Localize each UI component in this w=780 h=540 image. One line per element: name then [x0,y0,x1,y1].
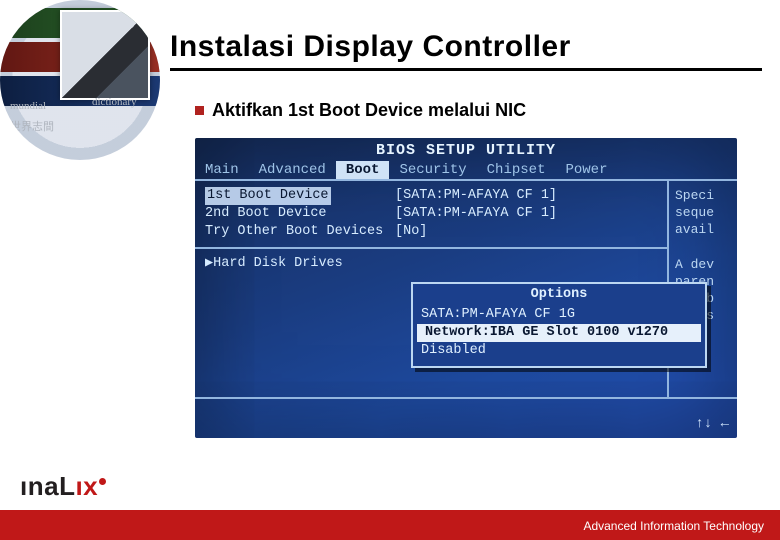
bios-label: 1st Boot Device [205,187,331,205]
bios-options-popup: Options SATA:PM-AFAYA CF 1G Network:IBA … [411,282,707,368]
bios-tab-security: Security [389,161,476,179]
bios-item-try-other: Try Other Boot Devices [No] [205,223,657,241]
deco-text: dictionary [92,96,137,108]
deco-text: mundial [10,100,46,112]
bios-item-1st-boot: 1st Boot Device [SATA:PM-AFAYA CF 1] [205,187,657,205]
title-bar: Instalasi Display Controller [170,30,762,71]
popup-option: SATA:PM-AFAYA CF 1G [413,306,705,324]
bullet-text: Aktifkan 1st Boot Device melalui NIC [212,100,526,121]
popup-option-selected: Network:IBA GE Slot 0100 v1270 [417,324,701,342]
bios-label: 2nd Boot Device [205,205,395,223]
logo-text-accent: ıx [75,471,98,501]
bios-tab-row: Main Advanced Boot Security Chipset Powe… [195,161,737,179]
popup-title: Options [413,284,705,306]
bios-value: [SATA:PM-AFAYA CF 1] [395,205,557,223]
bios-nav-hint: ↑↓ ← [695,416,729,432]
help-text: avail [675,221,731,238]
bios-value: [No] [395,223,427,241]
deco-photo [60,10,150,100]
bios-tab-main: Main [195,161,249,179]
triangle-icon: ▶ [205,255,213,273]
footer-text: Advanced Information Technology [583,519,764,533]
corner-decoration: mundial 世界志間 dictionary [0,0,160,160]
bios-title: BIOS SETUP UTILITY [195,138,737,159]
help-text: Speci [675,187,731,204]
bios-label: Hard Disk Drives [213,255,343,273]
bios-item-2nd-boot: 2nd Boot Device [SATA:PM-AFAYA CF 1] [205,205,657,223]
bios-tab-advanced: Advanced [249,161,336,179]
page-title: Instalasi Display Controller [170,30,762,64]
bullet-icon [195,106,204,115]
logo-dot-icon [99,478,106,485]
bios-tab-chipset: Chipset [477,161,556,179]
help-text: seque [675,204,731,221]
bios-separator [195,247,667,249]
logo-text: ınaL [20,471,75,501]
bullet-row: Aktifkan 1st Boot Device melalui NIC [195,100,526,121]
popup-option: Disabled [413,342,705,360]
deco-text: 世界志間 [10,118,54,134]
help-text: A dev [675,256,731,273]
bios-label: Try Other Boot Devices [205,223,395,241]
bios-tab-boot: Boot [336,161,390,179]
bios-tab-power: Power [555,161,617,179]
bios-screenshot: BIOS SETUP UTILITY Main Advanced Boot Se… [195,138,737,438]
bios-value: [SATA:PM-AFAYA CF 1] [395,187,557,205]
bios-item-hdd: ▶ Hard Disk Drives [205,255,657,273]
brand-logo: ınaLıx [20,471,106,502]
